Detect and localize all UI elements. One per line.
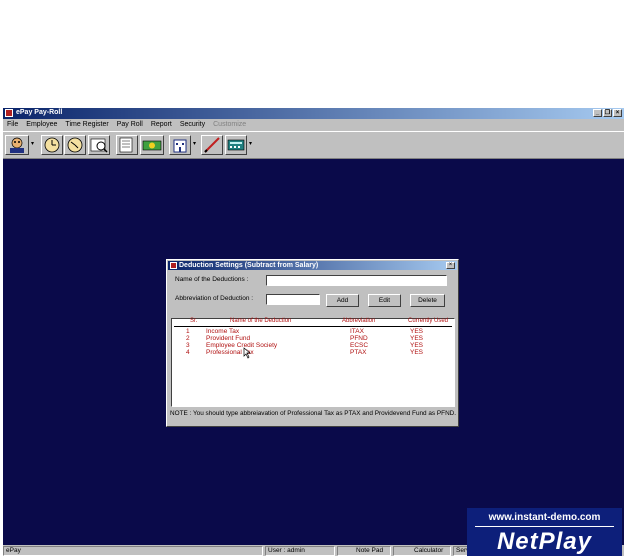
notepad-toolbar-button[interactable] — [201, 135, 223, 155]
menu-pay-roll[interactable]: Pay Roll — [113, 120, 147, 130]
menu-file[interactable]: File — [3, 120, 22, 130]
employee-toolbar-button[interactable] — [5, 135, 29, 155]
menu-report[interactable]: Report — [147, 120, 176, 130]
dialog-titlebar: Deduction Settings (Subtract from Salary… — [168, 261, 457, 270]
header-name: Name of the Deduction — [230, 318, 292, 324]
list-header: Sr. Name of the Deduction Abbreviation C… — [174, 318, 452, 327]
watermark-url: www.instant-demo.com — [488, 512, 601, 523]
dialog-icon — [170, 262, 177, 269]
menu-customize[interactable]: Customize — [209, 120, 250, 130]
app-titlebar: ePay Pay-Roll _ ❐ × — [3, 108, 624, 119]
dropdown-arrow-icon[interactable]: ▾ — [31, 141, 36, 147]
header-abbreviation: Abbreviation — [342, 318, 376, 324]
menu-employee[interactable]: Employee — [22, 120, 61, 130]
status-app: ePay — [3, 546, 263, 556]
calculator-icon — [227, 139, 245, 151]
netplay-watermark: www.instant-demo.com NetPlay — [467, 508, 622, 556]
close-button[interactable]: × — [613, 109, 622, 117]
dropdown-arrow-icon[interactable]: ▾ — [193, 141, 198, 147]
watermark-brand: NetPlay — [496, 528, 593, 555]
menu-bar: File Employee Time Register Pay Roll Rep… — [3, 120, 624, 130]
add-button[interactable]: Add — [326, 294, 359, 307]
magnifier-icon — [90, 138, 108, 153]
toolbar: ▾ ▾ ▾ — [3, 131, 624, 159]
status-user: User : admin — [265, 546, 335, 556]
document-icon — [119, 137, 133, 153]
mouse-cursor-icon — [243, 347, 251, 359]
deduction-settings-dialog: Deduction Settings (Subtract from Salary… — [166, 259, 459, 427]
report-toolbar-button[interactable] — [116, 135, 138, 155]
employee-icon — [10, 137, 24, 153]
attendance-toolbar-button[interactable] — [64, 135, 86, 155]
search-toolbar-button[interactable] — [88, 135, 110, 155]
abbreviation-input[interactable] — [266, 294, 320, 305]
watermark-divider — [475, 526, 614, 527]
company-toolbar-button[interactable] — [169, 135, 191, 155]
header-sr: Sr. — [190, 318, 198, 324]
minimize-button[interactable]: _ — [593, 109, 602, 117]
clock-icon — [67, 137, 83, 153]
dropdown-arrow-icon[interactable]: ▾ — [249, 141, 254, 147]
dialog-close-button[interactable]: × — [446, 262, 455, 269]
menu-time-register[interactable]: Time Register — [61, 120, 112, 130]
clock-people-icon — [44, 137, 60, 153]
deduction-name-label: Name of the Deductions : — [175, 276, 249, 283]
deductions-list[interactable]: Sr. Name of the Deduction Abbreviation C… — [171, 318, 455, 407]
restore-button[interactable]: ❐ — [603, 109, 612, 117]
menu-security[interactable]: Security — [176, 120, 209, 130]
calculator-toolbar-button[interactable] — [225, 135, 247, 155]
delete-button[interactable]: Delete — [410, 294, 445, 307]
dialog-title: Deduction Settings (Subtract from Salary… — [179, 262, 319, 269]
edit-button[interactable]: Edit — [368, 294, 401, 307]
payroll-toolbar-button[interactable] — [140, 135, 164, 155]
money-icon — [142, 140, 162, 151]
calculator-taskbar-button[interactable]: Calculator — [393, 546, 451, 556]
header-currently-used: Currently Used — [408, 318, 449, 324]
abbreviation-label: Abbreviation of Deduction : — [175, 295, 254, 302]
dialog-note: NOTE : You should type abbreiavation of … — [170, 410, 457, 417]
table-row[interactable]: 4 Professional Tax PTAX YES — [174, 349, 452, 357]
app-title: ePay Pay-Roll — [16, 109, 63, 116]
notepad-taskbar-button[interactable]: Note Pad — [337, 546, 391, 556]
deduction-name-input[interactable] — [266, 275, 447, 286]
app-icon — [5, 109, 13, 117]
building-icon — [173, 139, 187, 153]
time-register-toolbar-button[interactable] — [41, 135, 63, 155]
pencil-icon — [204, 137, 220, 153]
